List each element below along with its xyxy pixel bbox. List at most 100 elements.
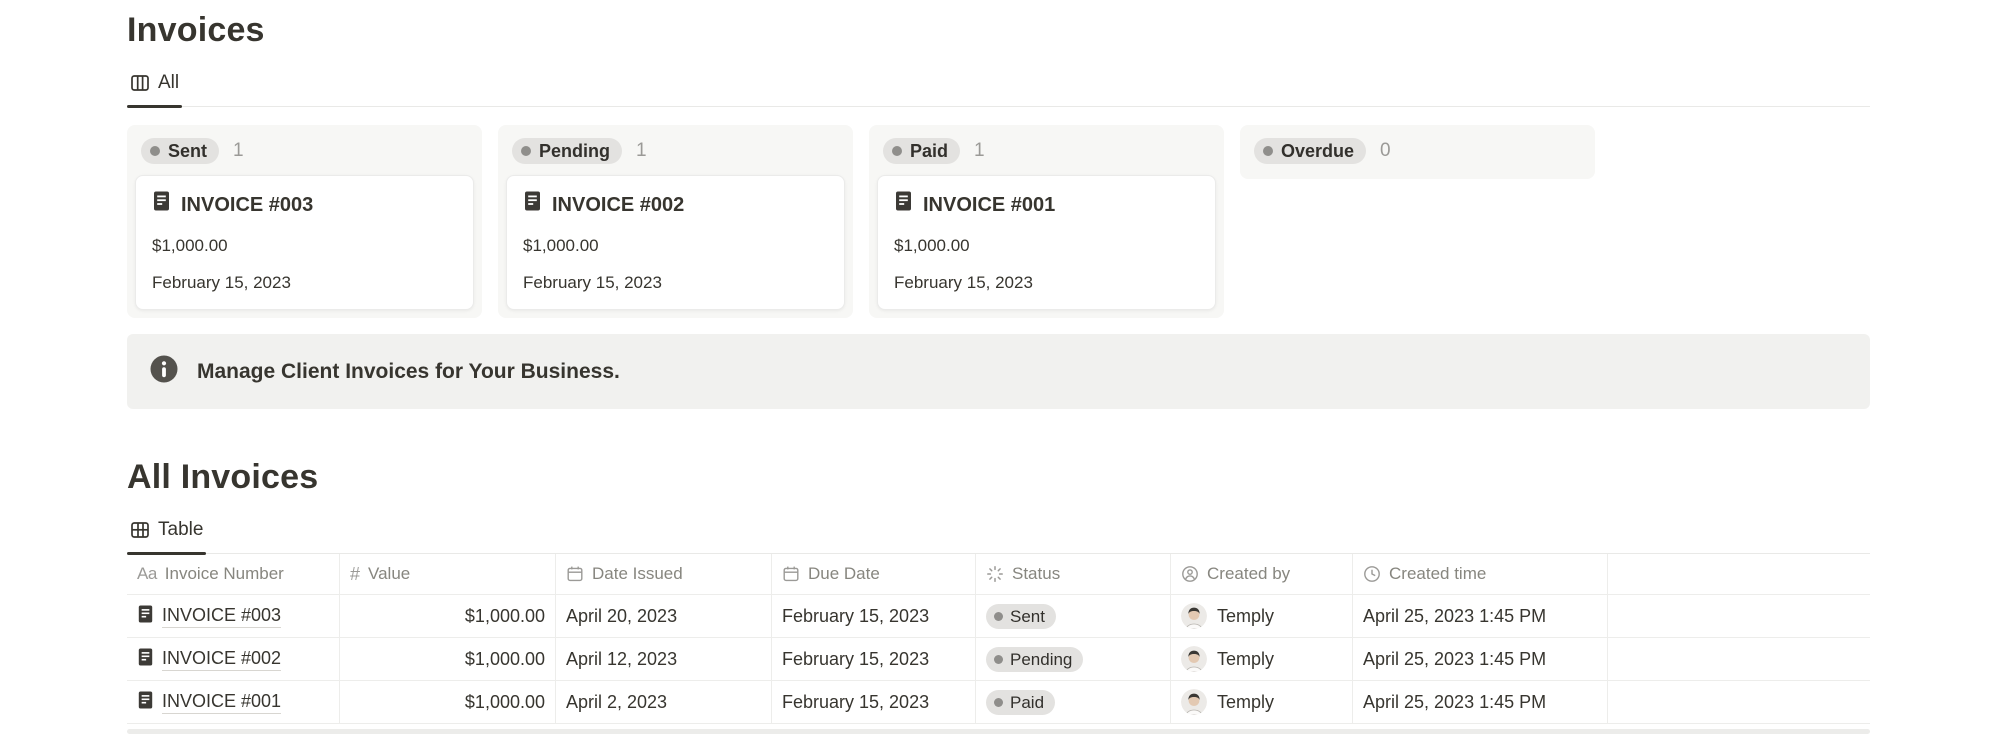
time-property-icon: [1363, 565, 1381, 583]
card-date: February 15, 2023: [152, 272, 457, 293]
person-name: Temply: [1217, 649, 1274, 670]
status-pill-paid: Paid: [986, 690, 1055, 715]
table-bottom-scrollbar[interactable]: [127, 729, 1870, 734]
invoice-icon: [137, 647, 154, 672]
cell-created-time[interactable]: April 25, 2023 1:45 PM: [1353, 681, 1608, 723]
column-header-empty[interactable]: [1608, 554, 1870, 594]
cell-created-by[interactable]: Temply: [1171, 638, 1353, 680]
cell-empty: [1608, 681, 1870, 723]
avatar: [1181, 646, 1207, 672]
column-header-due-date[interactable]: Due Date: [772, 554, 976, 594]
column-count: 1: [636, 140, 647, 162]
table-row: INVOICE #001 $1,000.00 April 2, 2023 Feb…: [127, 681, 1870, 724]
invoices-board: Sent 1 INVOICE #003 $1,000.00 February 1…: [127, 125, 1870, 318]
cell-status[interactable]: Sent: [976, 595, 1171, 637]
avatar: [1181, 603, 1207, 629]
status-dot-icon: [1263, 146, 1273, 156]
board-card-invoice-002[interactable]: INVOICE #002 $1,000.00 February 15, 2023: [506, 175, 845, 310]
person-name: Temply: [1217, 606, 1274, 627]
column-header-invoice-number[interactable]: Aa Invoice Number: [127, 554, 340, 594]
cell-invoice-number[interactable]: INVOICE #003: [127, 595, 340, 637]
invoice-icon: [137, 604, 154, 629]
date-property-icon: [566, 565, 584, 583]
status-pill-pending[interactable]: Pending: [512, 138, 622, 164]
cell-status[interactable]: Paid: [976, 681, 1171, 723]
invoice-link[interactable]: INVOICE #002: [162, 648, 281, 671]
table-row: INVOICE #003 $1,000.00 April 20, 2023 Fe…: [127, 595, 1870, 638]
cell-created-time[interactable]: April 25, 2023 1:45 PM: [1353, 638, 1608, 680]
cell-created-time[interactable]: April 25, 2023 1:45 PM: [1353, 595, 1608, 637]
avatar: [1181, 689, 1207, 715]
cell-created-by[interactable]: Temply: [1171, 681, 1353, 723]
tab-all[interactable]: All: [127, 72, 182, 106]
tab-table-label: Table: [158, 519, 203, 541]
status-pill-sent[interactable]: Sent: [141, 138, 219, 164]
cell-empty: [1608, 638, 1870, 680]
board-column-header[interactable]: Sent 1: [135, 133, 474, 175]
callout-text: Manage Client Invoices for Your Business…: [197, 360, 620, 384]
cell-date-issued[interactable]: April 12, 2023: [556, 638, 772, 680]
invoice-icon: [152, 190, 171, 219]
status-pill-pending: Pending: [986, 647, 1083, 672]
card-title: INVOICE #002: [552, 192, 684, 218]
column-count: 1: [974, 140, 985, 162]
board-card-invoice-001[interactable]: INVOICE #001 $1,000.00 February 15, 2023: [877, 175, 1216, 310]
tab-all-label: All: [158, 72, 179, 94]
board-column-overdue: Overdue 0: [1240, 125, 1595, 179]
table-view-tabbar: Table: [127, 519, 1870, 554]
status-dot-icon: [994, 698, 1003, 707]
board-card-invoice-003[interactable]: INVOICE #003 $1,000.00 February 15, 2023: [135, 175, 474, 310]
cell-due-date[interactable]: February 15, 2023: [772, 638, 976, 680]
card-amount: $1,000.00: [152, 235, 457, 256]
cell-status[interactable]: Pending: [976, 638, 1171, 680]
cell-due-date[interactable]: February 15, 2023: [772, 595, 976, 637]
table-header-row: Aa Invoice Number # Value Date Issued Du…: [127, 554, 1870, 595]
board-column-header[interactable]: Paid 1: [877, 133, 1216, 175]
column-header-date-issued[interactable]: Date Issued: [556, 554, 772, 594]
info-icon: [149, 354, 179, 389]
column-count: 0: [1380, 140, 1391, 162]
number-property-icon: #: [350, 564, 360, 585]
invoice-icon: [894, 190, 913, 219]
invoice-link[interactable]: INVOICE #003: [162, 605, 281, 628]
invoice-link[interactable]: INVOICE #001: [162, 691, 281, 714]
status-pill-overdue[interactable]: Overdue: [1254, 138, 1366, 164]
invoice-icon: [523, 190, 542, 219]
cell-value[interactable]: $1,000.00: [340, 638, 556, 680]
column-header-value[interactable]: # Value: [340, 554, 556, 594]
table-section-title: All Invoices: [127, 455, 1870, 499]
cell-due-date[interactable]: February 15, 2023: [772, 681, 976, 723]
board-column-header[interactable]: Overdue 0: [1248, 133, 1587, 171]
status-pill-paid[interactable]: Paid: [883, 138, 960, 164]
card-title: INVOICE #001: [923, 192, 1055, 218]
column-count: 1: [233, 140, 244, 162]
page-content: Invoices All Sent 1: [127, 0, 1870, 734]
status-property-icon: [986, 565, 1004, 583]
column-header-created-time[interactable]: Created time: [1353, 554, 1608, 594]
table-row: INVOICE #002 $1,000.00 April 12, 2023 Fe…: [127, 638, 1870, 681]
cell-date-issued[interactable]: April 20, 2023: [556, 595, 772, 637]
tab-table[interactable]: Table: [127, 519, 206, 553]
board-column-header[interactable]: Pending 1: [506, 133, 845, 175]
status-dot-icon: [994, 612, 1003, 621]
cell-invoice-number[interactable]: INVOICE #002: [127, 638, 340, 680]
cell-created-by[interactable]: Temply: [1171, 595, 1353, 637]
cell-date-issued[interactable]: April 2, 2023: [556, 681, 772, 723]
board-column-paid: Paid 1 INVOICE #001 $1,000.00 February 1…: [869, 125, 1224, 318]
card-title: INVOICE #003: [181, 192, 313, 218]
invoice-icon: [137, 690, 154, 715]
column-header-created-by[interactable]: Created by: [1171, 554, 1353, 594]
callout: Manage Client Invoices for Your Business…: [127, 334, 1870, 409]
person-property-icon: [1181, 565, 1199, 583]
card-amount: $1,000.00: [894, 235, 1199, 256]
status-dot-icon: [150, 146, 160, 156]
card-amount: $1,000.00: [523, 235, 828, 256]
cell-value[interactable]: $1,000.00: [340, 595, 556, 637]
card-date: February 15, 2023: [894, 272, 1199, 293]
column-header-status[interactable]: Status: [976, 554, 1171, 594]
cell-value[interactable]: $1,000.00: [340, 681, 556, 723]
cell-invoice-number[interactable]: INVOICE #001: [127, 681, 340, 723]
card-date: February 15, 2023: [523, 272, 828, 293]
board-view-tabbar: All: [127, 72, 1870, 107]
status-dot-icon: [892, 146, 902, 156]
